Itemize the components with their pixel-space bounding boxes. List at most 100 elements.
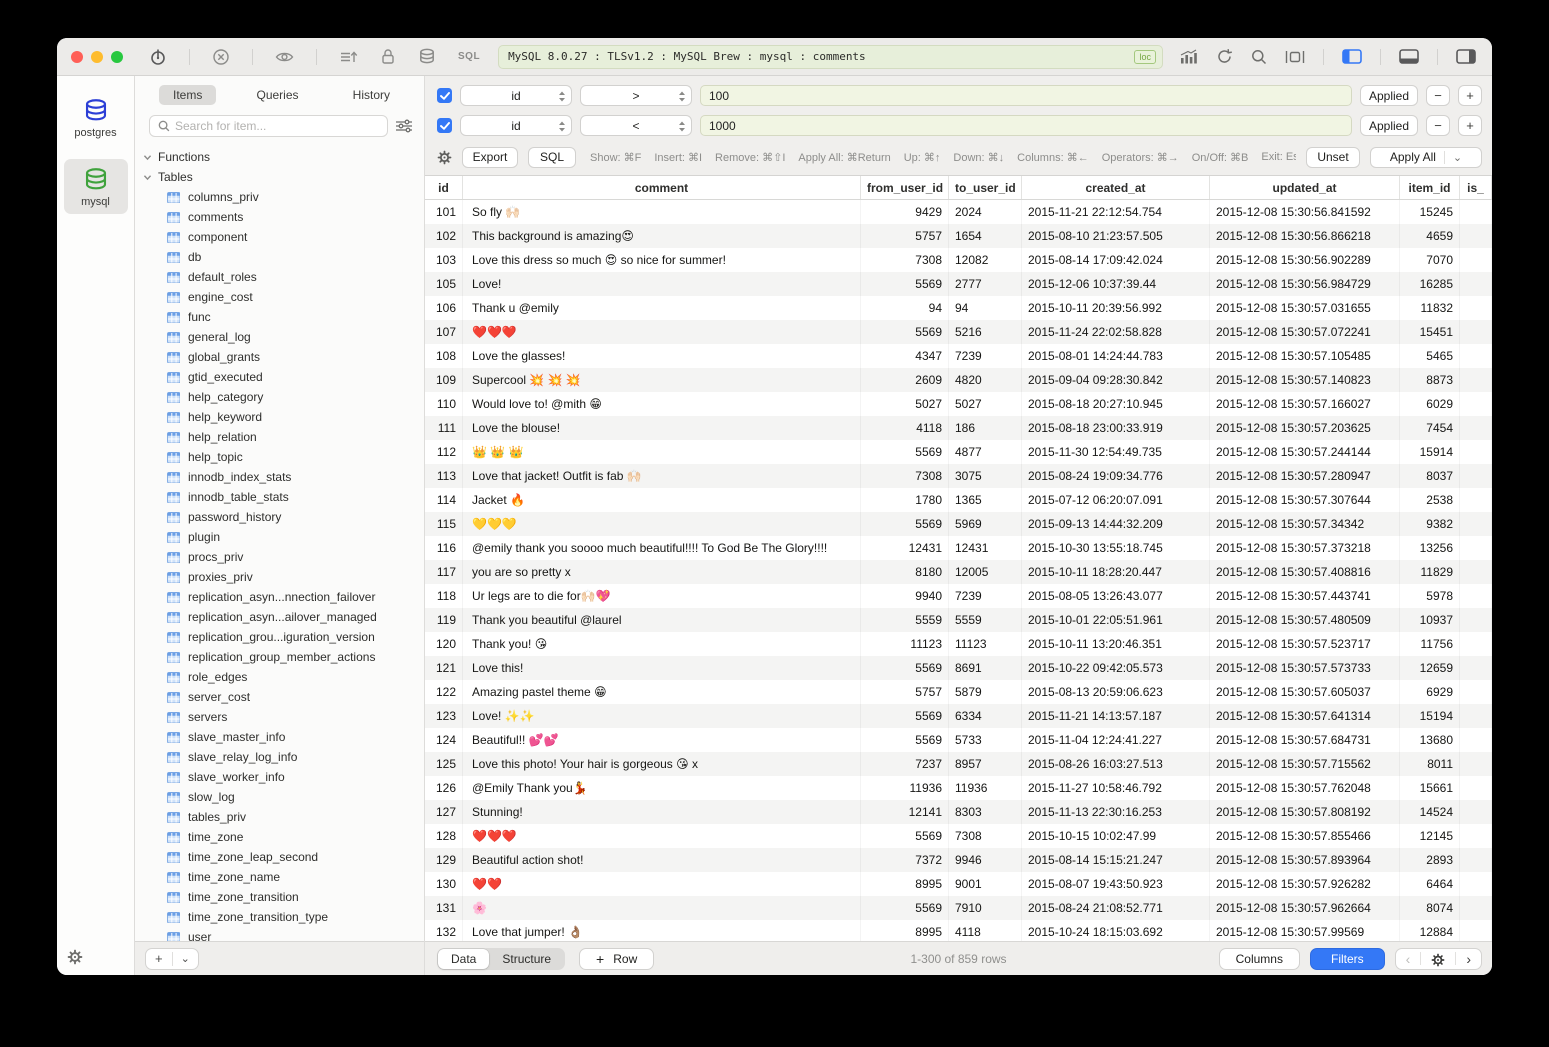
- cell-created_at[interactable]: 2015-09-13 14:44:32.209: [1022, 512, 1210, 536]
- filter-applied-button[interactable]: Applied: [1360, 115, 1418, 136]
- sidebar-item-columns_priv[interactable]: columns_priv: [143, 187, 424, 207]
- cell-created_at[interactable]: 2015-11-27 10:58:46.792: [1022, 776, 1210, 800]
- table-row[interactable]: 111Love the blouse!41181862015-08-18 23:…: [425, 416, 1492, 440]
- table-row[interactable]: 113Love that jacket! Outfit is fab 🙌🏻730…: [425, 464, 1492, 488]
- cell-comment[interactable]: Love this dress so much 😍 so nice for su…: [463, 248, 861, 272]
- table-row[interactable]: 115💛💛💛556959692015-09-13 14:44:32.209201…: [425, 512, 1492, 536]
- cell-is_[interactable]: [1460, 296, 1492, 320]
- cell-id[interactable]: 124: [425, 728, 463, 752]
- table-row[interactable]: 126@Emily Thank you💃11936119362015-11-27…: [425, 776, 1492, 800]
- cell-is_[interactable]: [1460, 632, 1492, 656]
- cell-created_at[interactable]: 2015-10-15 10:02:47.99: [1022, 824, 1210, 848]
- cell-id[interactable]: 122: [425, 680, 463, 704]
- cell-comment[interactable]: 👑 👑 👑: [463, 440, 861, 464]
- sidebar-item-time_zone_transition_type[interactable]: time_zone_transition_type: [143, 907, 424, 927]
- cell-comment[interactable]: Supercool 💥 💥 💥: [463, 368, 861, 392]
- cell-created_at[interactable]: 2015-08-14 15:15:21.247: [1022, 848, 1210, 872]
- unset-button[interactable]: Unset: [1306, 147, 1360, 168]
- cell-item_id[interactable]: 6464: [1400, 872, 1460, 896]
- cell-from_user_id[interactable]: 12141: [861, 800, 949, 824]
- table-row[interactable]: 125Love this photo! Your hair is gorgeou…: [425, 752, 1492, 776]
- cell-updated_at[interactable]: 2015-12-08 15:30:57.715562: [1210, 752, 1400, 776]
- cell-item_id[interactable]: 7454: [1400, 416, 1460, 440]
- cell-to_user_id[interactable]: 7239: [949, 344, 1022, 368]
- cell-from_user_id[interactable]: 7237: [861, 752, 949, 776]
- cell-item_id[interactable]: 5465: [1400, 344, 1460, 368]
- cell-updated_at[interactable]: 2015-12-08 15:30:57.762048: [1210, 776, 1400, 800]
- table-row[interactable]: 123Love! ✨✨556963342015-11-21 14:13:57.1…: [425, 704, 1492, 728]
- cell-to_user_id[interactable]: 5733: [949, 728, 1022, 752]
- cell-is_[interactable]: [1460, 608, 1492, 632]
- cell-is_[interactable]: [1460, 416, 1492, 440]
- table-row[interactable]: 124Beautiful!! 💕💕556957332015-11-04 12:2…: [425, 728, 1492, 752]
- table-row[interactable]: 106Thank u @emily94942015-10-11 20:39:56…: [425, 296, 1492, 320]
- sidebar-item-slave_master_info[interactable]: slave_master_info: [143, 727, 424, 747]
- cell-updated_at[interactable]: 2015-12-08 15:30:56.866218: [1210, 224, 1400, 248]
- cell-from_user_id[interactable]: 8180: [861, 560, 949, 584]
- table-row[interactable]: 105Love!556927772015-12-06 10:37:39.4420…: [425, 272, 1492, 296]
- cell-created_at[interactable]: 2015-08-07 19:43:50.923: [1022, 872, 1210, 896]
- cell-id[interactable]: 117: [425, 560, 463, 584]
- table-row[interactable]: 122Amazing pastel theme 😁575758792015-08…: [425, 680, 1492, 704]
- cell-from_user_id[interactable]: 1780: [861, 488, 949, 512]
- cell-from_user_id[interactable]: 5569: [861, 824, 949, 848]
- cell-id[interactable]: 106: [425, 296, 463, 320]
- sidebar-item-global_grants[interactable]: global_grants: [143, 347, 424, 367]
- cell-item_id[interactable]: 13680: [1400, 728, 1460, 752]
- cell-updated_at[interactable]: 2015-12-08 15:30:57.34342: [1210, 512, 1400, 536]
- cell-to_user_id[interactable]: 9001: [949, 872, 1022, 896]
- cell-item_id[interactable]: 6929: [1400, 680, 1460, 704]
- table-row[interactable]: 129Beautiful action shot!737299462015-08…: [425, 848, 1492, 872]
- cell-to_user_id[interactable]: 12082: [949, 248, 1022, 272]
- cell-is_[interactable]: [1460, 488, 1492, 512]
- cell-comment[interactable]: ❤️❤️: [463, 872, 861, 896]
- cell-from_user_id[interactable]: 5757: [861, 224, 949, 248]
- cell-item_id[interactable]: 12659: [1400, 656, 1460, 680]
- cell-to_user_id[interactable]: 9946: [949, 848, 1022, 872]
- cell-updated_at[interactable]: 2015-12-08 15:30:57.307644: [1210, 488, 1400, 512]
- cell-from_user_id[interactable]: 4347: [861, 344, 949, 368]
- cell-id[interactable]: 127: [425, 800, 463, 824]
- sidebar-item-replication_grou...iguration_version[interactable]: replication_grou...iguration_version: [143, 627, 424, 647]
- cell-item_id[interactable]: 2538: [1400, 488, 1460, 512]
- sidebar-item-password_history[interactable]: password_history: [143, 507, 424, 527]
- tree-section-functions[interactable]: Functions: [143, 147, 424, 167]
- sidebar-item-time_zone_transition[interactable]: time_zone_transition: [143, 887, 424, 907]
- table-row[interactable]: 131🌸556979102015-08-24 21:08:52.7712015-…: [425, 896, 1492, 920]
- sidebar-item-help_relation[interactable]: help_relation: [143, 427, 424, 447]
- cell-id[interactable]: 101: [425, 200, 463, 224]
- cell-from_user_id[interactable]: 7308: [861, 464, 949, 488]
- filter-operator-select[interactable]: <: [580, 115, 692, 136]
- cell-is_[interactable]: [1460, 824, 1492, 848]
- table-row[interactable]: 114Jacket 🔥178013652015-07-12 06:20:07.0…: [425, 488, 1492, 512]
- column-header-from_user_id[interactable]: from_user_id: [861, 176, 949, 199]
- cell-is_[interactable]: [1460, 248, 1492, 272]
- cell-created_at[interactable]: 2015-12-06 10:37:39.44: [1022, 272, 1210, 296]
- cell-id[interactable]: 123: [425, 704, 463, 728]
- cell-created_at[interactable]: 2015-11-04 12:24:41.227: [1022, 728, 1210, 752]
- sidebar-item-procs_priv[interactable]: procs_priv: [143, 547, 424, 567]
- toggle-right-panel-icon[interactable]: [1456, 49, 1476, 64]
- cell-updated_at[interactable]: 2015-12-08 15:30:57.166027: [1210, 392, 1400, 416]
- connection-title-field[interactable]: MySQL 8.0.27 : TLSv1.2 : MySQL Brew : my…: [498, 45, 1163, 69]
- statistics-icon[interactable]: [1179, 49, 1198, 65]
- cell-created_at[interactable]: 2015-11-13 22:30:16.253: [1022, 800, 1210, 824]
- column-header-to_user_id[interactable]: to_user_id: [949, 176, 1022, 199]
- cell-comment[interactable]: 💛💛💛: [463, 512, 861, 536]
- cell-to_user_id[interactable]: 11936: [949, 776, 1022, 800]
- cell-id[interactable]: 125: [425, 752, 463, 776]
- cell-id[interactable]: 114: [425, 488, 463, 512]
- add-item-menu-button[interactable]: ⌄: [173, 952, 198, 965]
- cell-to_user_id[interactable]: 12431: [949, 536, 1022, 560]
- cell-item_id[interactable]: 15661: [1400, 776, 1460, 800]
- export-button[interactable]: Export: [462, 147, 518, 168]
- sidebar-item-server_cost[interactable]: server_cost: [143, 687, 424, 707]
- cell-created_at[interactable]: 2015-08-13 20:59:06.623: [1022, 680, 1210, 704]
- cell-comment[interactable]: Jacket 🔥: [463, 488, 861, 512]
- cell-from_user_id[interactable]: 11123: [861, 632, 949, 656]
- cell-is_[interactable]: [1460, 368, 1492, 392]
- sidebar-item-slow_log[interactable]: slow_log: [143, 787, 424, 807]
- table-row[interactable]: 110Would love to! @mith 😁502750272015-08…: [425, 392, 1492, 416]
- cell-item_id[interactable]: 12884: [1400, 920, 1460, 941]
- lock-icon[interactable]: [380, 48, 396, 65]
